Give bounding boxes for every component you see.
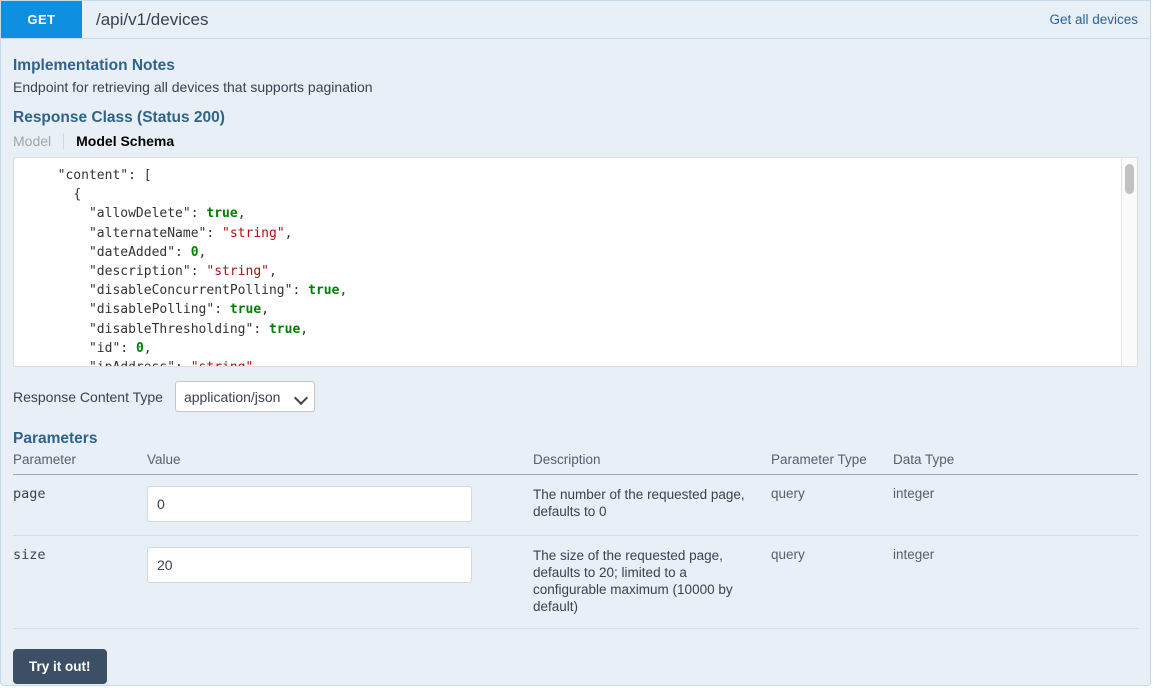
column-header-value: Value (147, 452, 533, 475)
data-type-text: integer (893, 547, 935, 562)
parameter-value-cell-page (147, 474, 533, 536)
page-input[interactable] (147, 486, 472, 522)
code-scrollbar-thumb[interactable] (1125, 164, 1134, 194)
description-text: The size of the requested page, defaults… (533, 548, 733, 614)
response-content-type-select-shell[interactable]: application/json (174, 381, 315, 412)
api-operation-panel: GET /api/v1/devices Get all devices Impl… (0, 0, 1151, 686)
parameter-type-page: query (771, 474, 893, 536)
model-tab-group: Model Model Schema (13, 133, 1138, 149)
parameter-name-page: page (13, 474, 147, 536)
column-header-description: Description (533, 452, 771, 475)
code-vertical-scrollbar[interactable] (1121, 158, 1137, 366)
description-text: The number of the requested page, defaul… (533, 487, 745, 519)
data-type-text: integer (893, 486, 935, 501)
response-content-type-row: Response Content Type application/json (13, 381, 1138, 412)
submit-row: Try it out! (13, 629, 1138, 684)
parameter-type-size: query (771, 535, 893, 629)
data-type-page: integer (893, 474, 1138, 536)
tab-model-schema[interactable]: Model Schema (63, 133, 174, 149)
column-header-data-type: Data Type (893, 452, 1138, 475)
model-schema-code-block[interactable]: "content": [ { "allowDelete": true, "alt… (13, 157, 1138, 367)
response-content-type-select[interactable]: application/json (174, 381, 315, 412)
parameters-title: Parameters (13, 430, 98, 447)
tab-model[interactable]: Model (13, 133, 63, 149)
parameters-table: Parameter Value Description Parameter Ty… (13, 452, 1138, 629)
response-content-type-label: Response Content Type (13, 388, 163, 405)
parameters-header-row: Parameter Value Description Parameter Ty… (13, 452, 1138, 475)
parameter-name-size: size (13, 535, 147, 629)
parameter-description-page: The number of the requested page, defaul… (533, 474, 771, 536)
implementation-notes-text: Endpoint for retrieving all devices that… (13, 79, 373, 95)
try-it-out-button[interactable]: Try it out! (13, 649, 107, 684)
operation-summary-link[interactable]: Get all devices (1049, 1, 1150, 38)
parameter-description-size: The size of the requested page, defaults… (533, 535, 771, 629)
size-input[interactable] (147, 547, 472, 583)
data-type-size: integer (893, 535, 1138, 629)
implementation-notes-title: Implementation Notes (13, 57, 175, 74)
column-header-parameter-type: Parameter Type (771, 452, 893, 475)
http-method-badge: GET (1, 1, 82, 38)
schema-json: "content": [ { "allowDelete": true, "alt… (57, 168, 348, 366)
column-header-parameter: Parameter (13, 452, 147, 475)
parameter-type-text: query (771, 486, 805, 501)
endpoint-path: /api/v1/devices (96, 9, 209, 29)
table-row: size The size of the requested page, def… (13, 535, 1138, 629)
operation-body: Implementation Notes Endpoint for retrie… (1, 39, 1150, 684)
response-class-title: Response Class (Status 200) (13, 109, 225, 126)
operation-header[interactable]: GET /api/v1/devices Get all devices (1, 1, 1150, 39)
parameter-type-text: query (771, 547, 805, 562)
table-row: page The number of the requested page, d… (13, 474, 1138, 536)
parameter-value-cell-size (147, 535, 533, 629)
